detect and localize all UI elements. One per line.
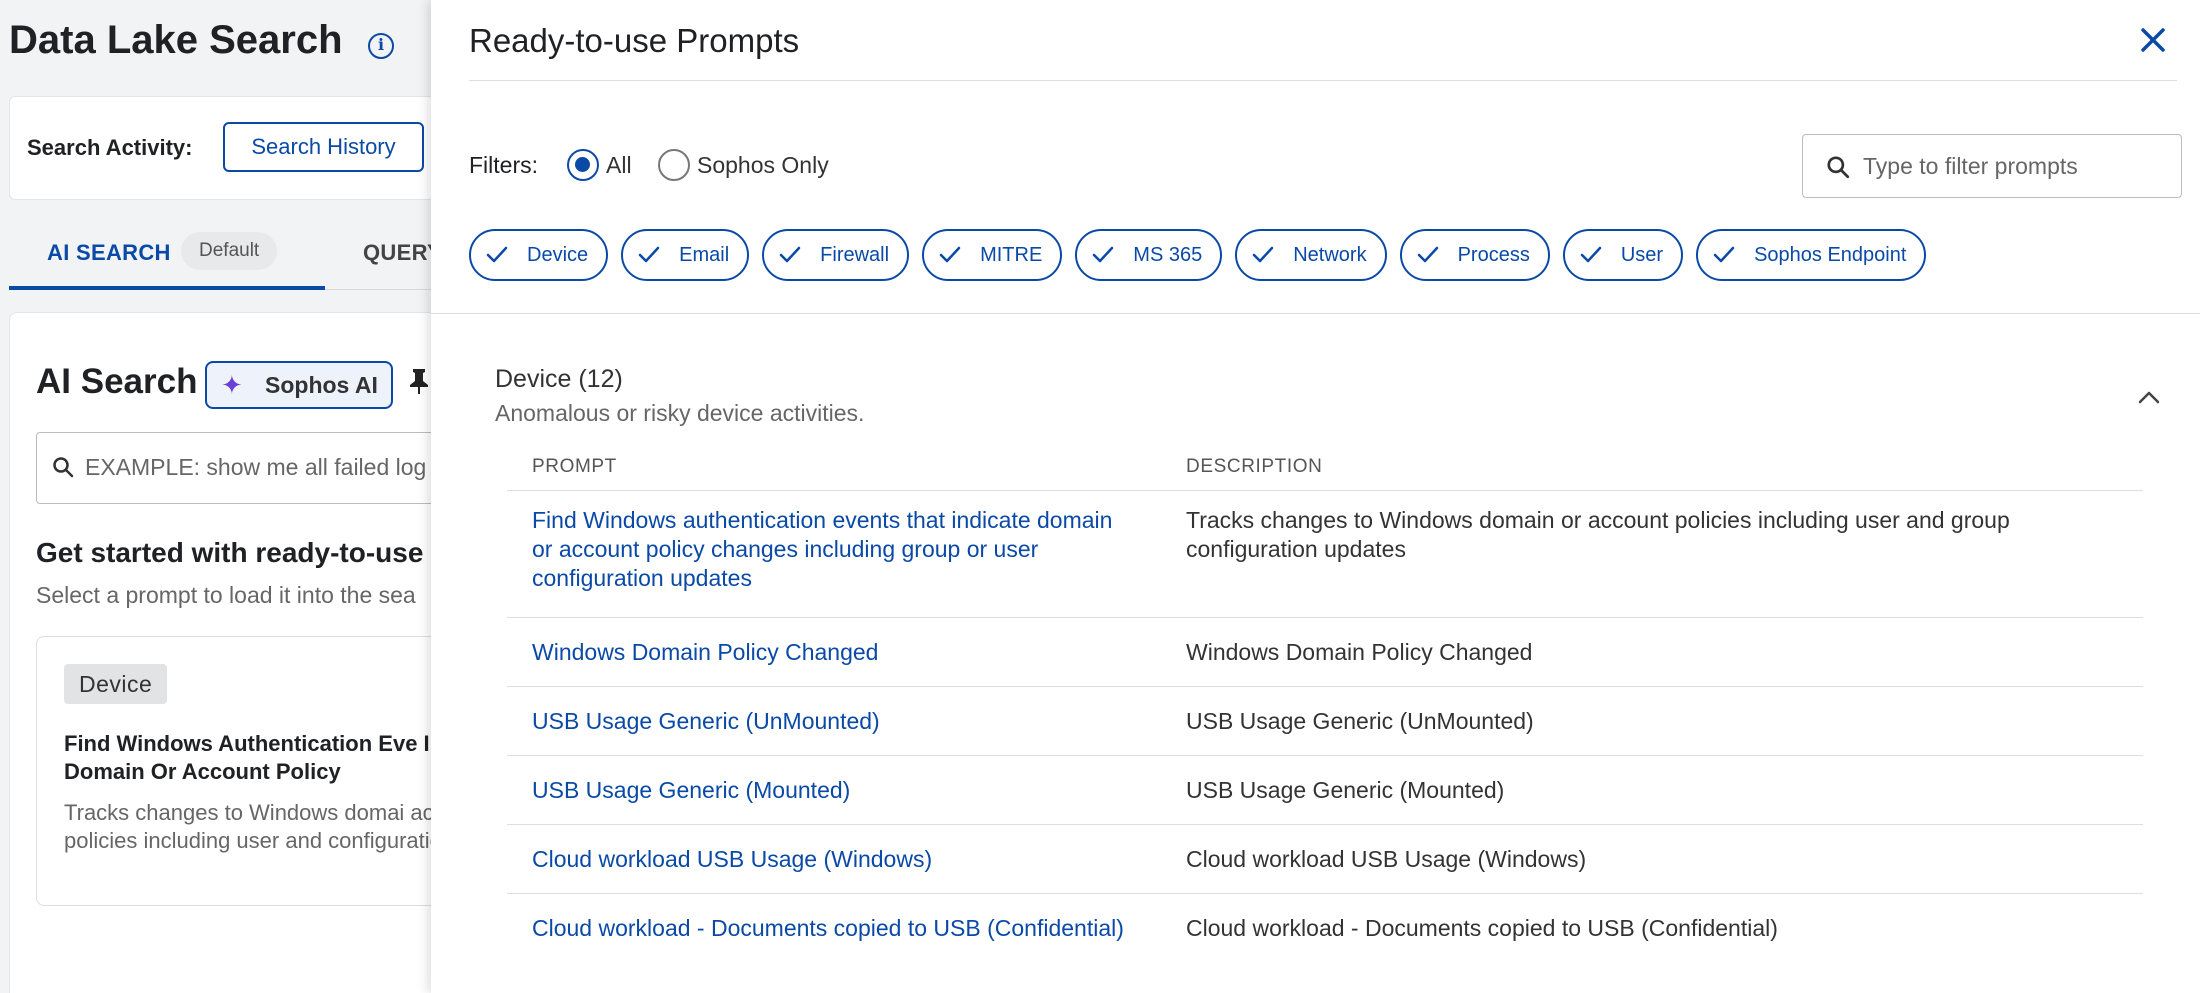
search-icon <box>53 457 74 478</box>
check-icon <box>1093 246 1114 263</box>
chip-label: MITRE <box>980 243 1043 266</box>
prompt-link[interactable]: Windows Domain Policy Changed <box>532 638 1132 667</box>
chip-mitre[interactable]: MITRE <box>922 229 1063 281</box>
prompts-table: PROMPT DESCRIPTION Find Windows authenti… <box>507 446 2143 993</box>
chip-label: Email <box>679 243 730 266</box>
chip-network[interactable]: Network <box>1235 229 1387 281</box>
table-row[interactable]: USB Usage Generic (Mounted) USB Usage Ge… <box>507 756 2143 825</box>
chip-label: Device <box>527 243 589 266</box>
chip-firewall[interactable]: Firewall <box>762 229 910 281</box>
check-icon <box>1713 246 1735 263</box>
search-history-button[interactable]: Search History <box>223 122 424 172</box>
table-row[interactable]: Cloud workload - Documents copied to USB… <box>507 894 2143 993</box>
page-title: Data Lake Search <box>9 18 343 62</box>
chevron-up-icon[interactable] <box>2135 385 2163 409</box>
prompt-description: Cloud workload USB Usage (Windows) <box>1186 846 1587 872</box>
table-row[interactable]: Find Windows authentication events that … <box>507 491 2143 618</box>
radio-all-label[interactable]: All <box>606 152 632 179</box>
chip-process[interactable]: Process <box>1399 229 1550 281</box>
sparkle-icon: ✦ <box>221 370 243 400</box>
table-header: PROMPT DESCRIPTION <box>507 446 2143 491</box>
prompt-link[interactable]: Find Windows authentication events that … <box>532 506 1132 593</box>
chip-sophos-endpoint[interactable]: Sophos Endpoint <box>1696 229 1927 281</box>
drawer-title: Ready-to-use Prompts <box>469 22 800 59</box>
chip-label: Sophos Endpoint <box>1754 243 1907 266</box>
prompt-link[interactable]: Cloud workload - Documents copied to USB… <box>532 914 1132 943</box>
ai-search-placeholder: EXAMPLE: show me all failed log <box>85 454 427 480</box>
ai-search-heading: AI Search <box>36 362 198 401</box>
category-tag: Device <box>64 664 168 704</box>
check-icon <box>1252 246 1274 263</box>
table-row[interactable]: Windows Domain Policy Changed Windows Do… <box>507 618 2143 687</box>
prompt-description: Windows Domain Policy Changed <box>1186 639 1533 665</box>
check-icon <box>779 246 801 263</box>
prompt-description: USB Usage Generic (Mounted) <box>1186 777 1505 803</box>
chip-email[interactable]: Email <box>621 229 750 281</box>
table-row[interactable]: Cloud workload USB Usage (Windows) Cloud… <box>507 825 2143 894</box>
search-icon <box>1827 156 1850 179</box>
select-prompt-hint: Select a prompt to load it into the sea <box>36 582 416 608</box>
ready-to-use-prompts-drawer: Ready-to-use Prompts Filters: All Sophos… <box>431 0 2200 993</box>
chip-user[interactable]: User <box>1562 229 1684 281</box>
search-activity-label: Search Activity: <box>27 135 193 160</box>
chip-label: Process <box>1457 243 1530 266</box>
chip-label: Firewall <box>820 243 890 266</box>
check-icon <box>939 246 961 263</box>
section-title: Device (12) <box>495 365 623 393</box>
get-started-heading: Get started with ready-to-use p <box>36 537 449 568</box>
column-header-description: DESCRIPTION <box>1186 456 1323 477</box>
chip-label: Network <box>1293 243 1367 266</box>
close-icon[interactable] <box>2135 22 2171 58</box>
column-header-prompt: PROMPT <box>532 456 617 477</box>
tab-ai-search[interactable]: AI SEARCH <box>47 240 171 266</box>
radio-sophos-only-label[interactable]: Sophos Only <box>697 152 829 179</box>
prompt-description: Tracks changes to Windows domain or acco… <box>1186 507 2010 562</box>
filter-prompts-input[interactable] <box>1863 149 2163 183</box>
prompt-link[interactable]: USB Usage Generic (Mounted) <box>532 776 1132 805</box>
category-chips: Device Email Firewall MITRE MS 365 Netwo… <box>469 229 1927 281</box>
radio-all[interactable] <box>567 149 599 181</box>
chip-device[interactable]: Device <box>469 229 609 281</box>
check-icon <box>638 246 660 263</box>
prompt-link[interactable]: USB Usage Generic (UnMounted) <box>532 707 1132 736</box>
active-tab-indicator <box>9 286 325 290</box>
check-icon <box>1580 246 1602 263</box>
prompt-description: Cloud workload - Documents copied to USB… <box>1186 915 1778 941</box>
default-badge: Default <box>181 232 278 270</box>
header-divider <box>469 80 2177 81</box>
prompt-description: USB Usage Generic (UnMounted) <box>1186 708 1534 734</box>
filter-prompts-field[interactable] <box>1802 134 2182 198</box>
check-icon <box>1417 246 1438 263</box>
prompt-link[interactable]: Cloud workload USB Usage (Windows) <box>532 845 1132 874</box>
section-subtitle: Anomalous or risky device activities. <box>495 400 865 426</box>
check-icon <box>486 246 508 263</box>
radio-sophos-only[interactable] <box>658 149 690 181</box>
sophos-ai-label: Sophos AI <box>265 372 378 398</box>
table-row[interactable]: USB Usage Generic (UnMounted) USB Usage … <box>507 687 2143 756</box>
pin-icon[interactable] <box>408 367 430 402</box>
filters-label: Filters: <box>469 152 538 178</box>
chip-label: User <box>1620 243 1664 266</box>
sophos-ai-badge: ✦ Sophos AI <box>205 361 393 409</box>
info-icon[interactable]: i <box>368 33 394 59</box>
chip-ms365[interactable]: MS 365 <box>1075 229 1223 281</box>
toolbar-divider <box>431 313 2200 314</box>
chip-label: MS 365 <box>1133 243 1203 266</box>
